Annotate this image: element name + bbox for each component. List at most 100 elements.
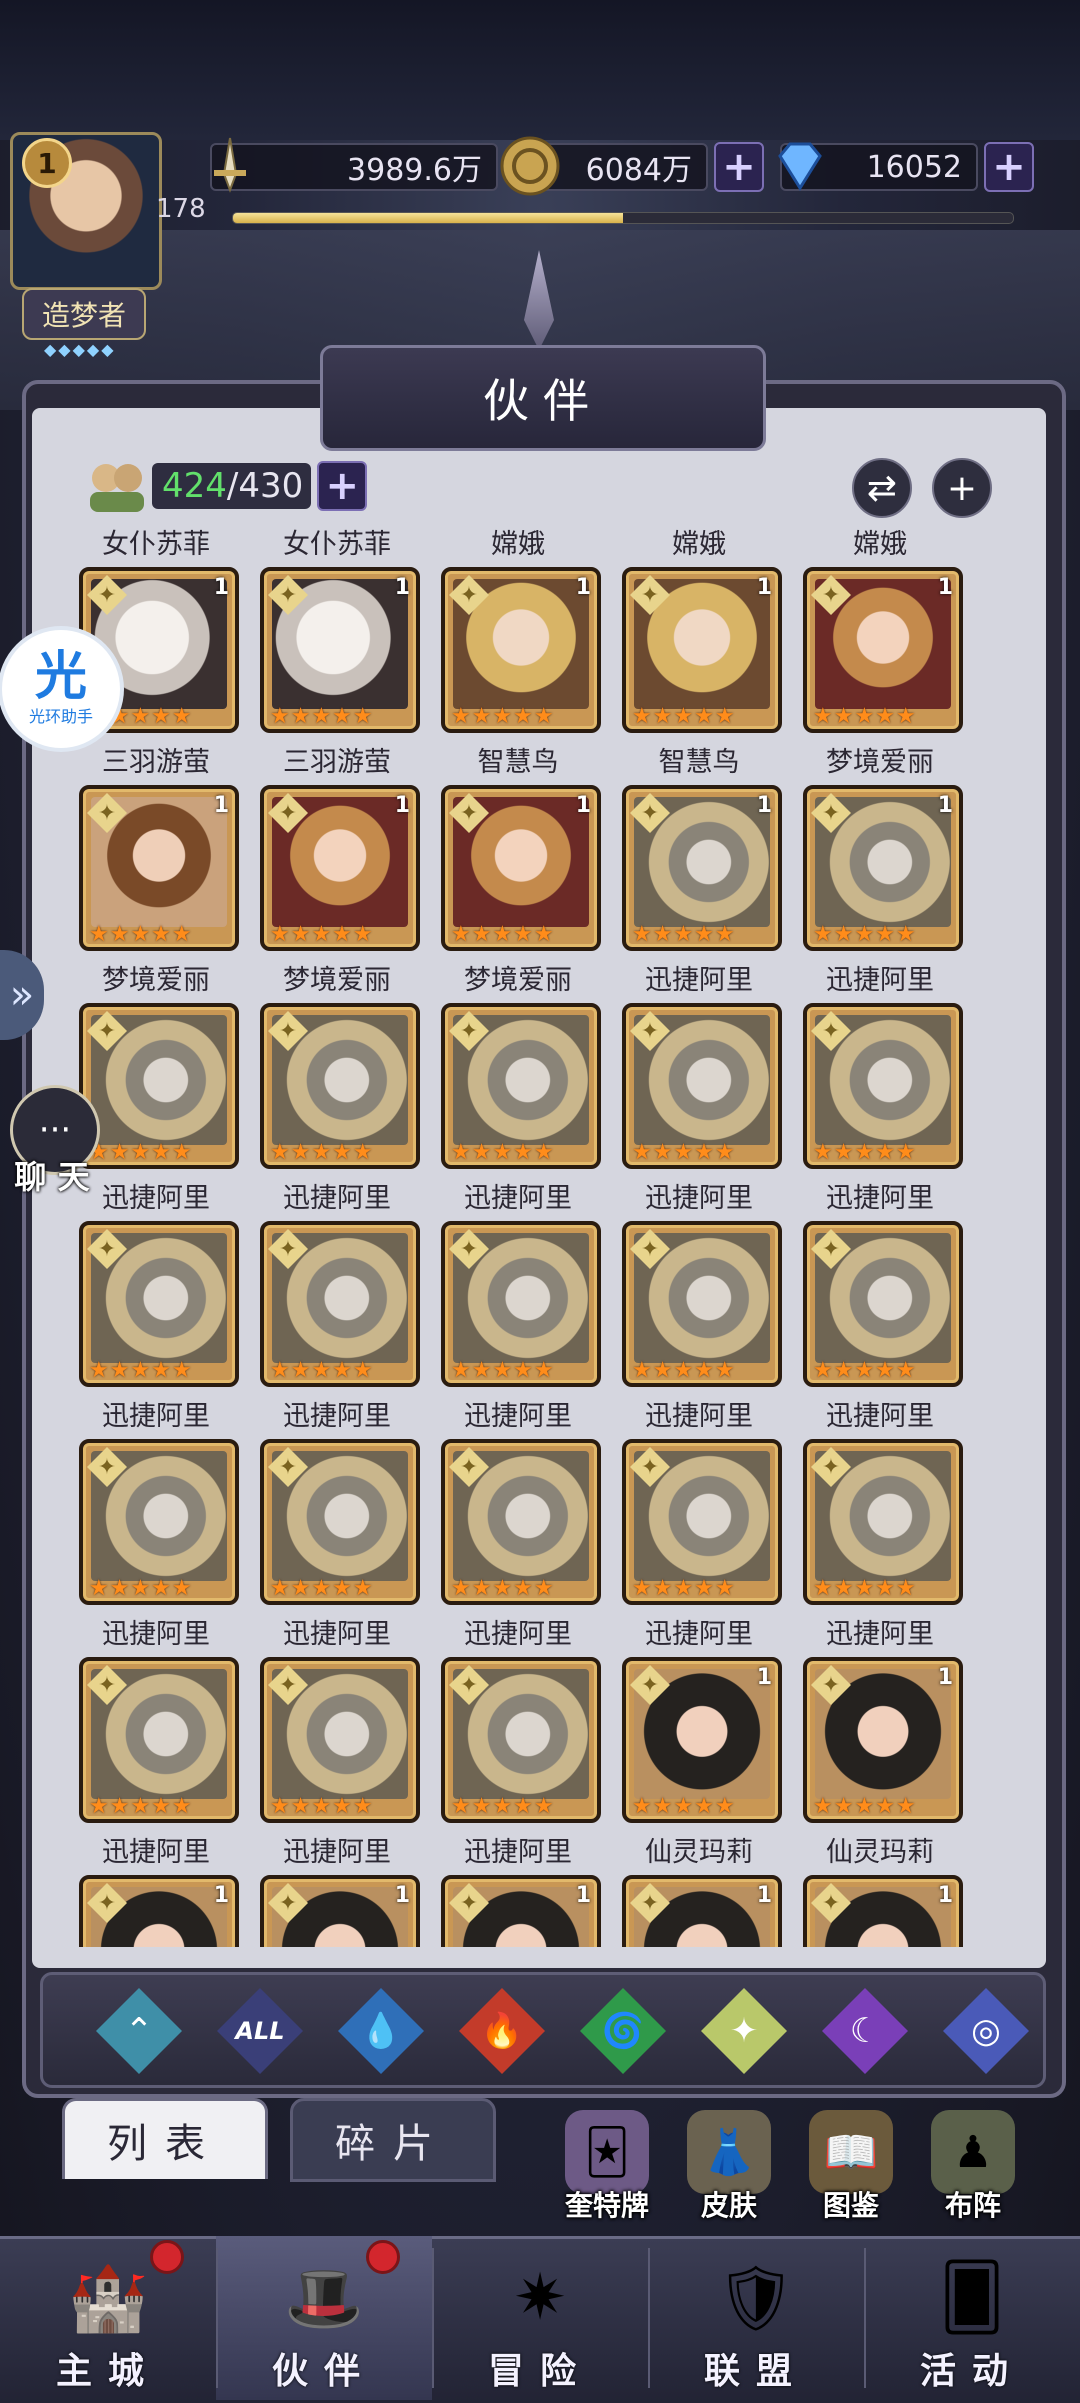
partner-name: 迅捷阿里: [102, 1401, 210, 1432]
partner-card[interactable]: 迅捷阿里 ✦ ★★★★★: [619, 1397, 782, 1607]
partner-stars: ★★★★★: [270, 922, 374, 947]
partner-card[interactable]: 梦境爱丽 ✦ ★★★★★: [76, 961, 239, 1171]
partner-level: 1: [756, 575, 772, 600]
partner-card[interactable]: 迅捷阿里✦1★★★★★: [438, 1833, 601, 1947]
formation-tool-button[interactable]: ♟ 布阵: [918, 2110, 1028, 2224]
partner-card[interactable]: 迅捷阿里 ✦ ★★★★★: [438, 1179, 601, 1389]
partner-portrait-frame: ✦1★★★★★: [622, 1875, 782, 1947]
partner-stars: ★★★★★: [451, 1794, 555, 1819]
partner-stars: ★★★★★: [632, 1576, 736, 1601]
partner-name: 仙灵玛莉: [645, 1837, 753, 1868]
partner-portrait-frame: ✦1★★★★★: [803, 1657, 963, 1823]
add-partner-button[interactable]: +: [932, 458, 992, 518]
partner-card[interactable]: 嫦娥 ✦ 1 ★★★★★: [619, 525, 782, 735]
partner-stars: ★★★★★: [270, 704, 374, 729]
partner-card[interactable]: 嫦娥 ✦ 1 ★★★★★: [438, 525, 601, 735]
nav-partner[interactable]: 🎩 伙伴: [216, 2236, 432, 2400]
partner-portrait-frame: ✦1★★★★★: [622, 567, 782, 733]
partner-card[interactable]: 迅捷阿里 ✦ ★★★★★: [76, 1397, 239, 1607]
tab-list[interactable]: 列表: [62, 2098, 268, 2179]
partner-portrait-frame: ✦ ★★★★★: [79, 1003, 239, 1169]
partner-portrait-frame: ✦1★★★★★: [441, 785, 601, 951]
partner-card[interactable]: 三羽游萤 ✦ 1 ★★★★★: [76, 743, 239, 953]
chat-label: 聊 天: [14, 1158, 90, 1196]
partner-name: 迅捷阿里: [283, 1619, 391, 1650]
swap-button[interactable]: ⇄: [852, 458, 912, 518]
partner-stars: ★★★★★: [813, 922, 917, 947]
partners-icon: [82, 458, 152, 514]
skin-tool-button[interactable]: 👗 皮肤: [674, 2110, 784, 2224]
partner-card[interactable]: 仙灵玛莉 ✦1★★★★★: [800, 1833, 963, 1947]
partner-card[interactable]: 三羽游萤 ✦ 1 ★★★★★: [257, 743, 420, 953]
partner-card[interactable]: 女仆苏菲 ✦ 1 ★★★★★: [257, 525, 420, 735]
partner-card[interactable]: 仙灵玛莉 ✦1★★★★★: [619, 1833, 782, 1947]
tarot-tool-label: 奎特牌: [564, 2189, 649, 2222]
partner-stars: ★★★★★: [270, 1140, 374, 1165]
partner-level: 1: [394, 1883, 410, 1908]
partner-card[interactable]: 智慧鸟 ✦ 1 ★★★★★: [619, 743, 782, 953]
partner-card[interactable]: 梦境爱丽 ✦ ★★★★★: [438, 961, 601, 1171]
partner-portrait-frame: ✦1★★★★★: [79, 785, 239, 951]
partner-card[interactable]: 迅捷阿里 ✦ ★★★★★: [619, 961, 782, 1171]
partner-portrait-frame: ✦ ★★★★★: [260, 1439, 420, 1605]
nav-partner-icon: 🎩: [284, 2261, 364, 2336]
partner-name: 三羽游萤: [102, 747, 210, 778]
nav-city[interactable]: 🏰 主城: [0, 2236, 216, 2400]
partner-portrait-frame: ✦1★★★★★: [79, 1875, 239, 1947]
partner-name: 三羽游萤: [283, 747, 391, 778]
partner-card[interactable]: 迅捷阿里 ✦ ★★★★★: [257, 1397, 420, 1607]
partner-name: 迅捷阿里: [645, 1619, 753, 1650]
partner-stars: ★★★★★: [632, 1794, 736, 1819]
partner-card[interactable]: 智慧鸟 ✦ 1 ★★★★★: [438, 743, 601, 953]
partner-card[interactable]: 迅捷阿里 ✦ ★★★★★: [800, 1179, 963, 1389]
nav-separator: [432, 2248, 434, 2388]
partner-card[interactable]: 梦境爱丽 ✦ 1 ★★★★★: [800, 743, 963, 953]
partner-portrait-frame: ✦ ★★★★★: [441, 1003, 601, 1169]
partner-card[interactable]: 迅捷阿里✦1★★★★★: [800, 1615, 963, 1825]
partner-card[interactable]: 迅捷阿里✦1★★★★★: [76, 1833, 239, 1947]
partner-card[interactable]: 迅捷阿里 ✦ ★★★★★: [257, 1179, 420, 1389]
partner-card[interactable]: 迅捷阿里✦1★★★★★: [619, 1615, 782, 1825]
helper-icon: 光: [34, 647, 87, 707]
partner-card[interactable]: 迅捷阿里 ✦ ★★★★★: [800, 961, 963, 1171]
partner-card[interactable]: 迅捷阿里✦1★★★★★: [257, 1833, 420, 1947]
partner-stars: ★★★★★: [89, 1794, 193, 1819]
atlas-tool-button[interactable]: 📖 图鉴: [796, 2110, 906, 2224]
partner-name: 梦境爱丽: [826, 747, 934, 778]
partner-level: 1: [937, 793, 953, 818]
partner-card[interactable]: 迅捷阿里 ✦ ★★★★★: [438, 1397, 601, 1607]
partner-name: 迅捷阿里: [464, 1837, 572, 1868]
swap-icon: ⇄: [866, 467, 898, 509]
gold-stat: 6084万 +: [500, 136, 764, 196]
partner-card[interactable]: 嫦娥 ✦ 1 ★★★★★: [800, 525, 963, 735]
partner-name: 迅捷阿里: [645, 965, 753, 996]
partner-portrait-frame: ✦1★★★★★: [803, 567, 963, 733]
helper-float-button[interactable]: 光 光环助手: [2, 630, 120, 748]
partner-name: 迅捷阿里: [464, 1619, 572, 1650]
add-diamond-button[interactable]: +: [984, 142, 1034, 192]
partner-name: 迅捷阿里: [464, 1183, 572, 1214]
nav-alliance[interactable]: 🛡 联盟: [648, 2236, 864, 2400]
nav-event[interactable]: 🂠 活动: [864, 2236, 1080, 2400]
sky-edge: [0, 0, 1080, 140]
partner-stars: ★★★★★: [632, 1140, 736, 1165]
partner-card[interactable]: 迅捷阿里 ✦ ★★★★★: [800, 1397, 963, 1607]
partner-grid-viewport[interactable]: 女仆苏菲 ✦ 1 ★★★★★ 女仆苏菲 ✦ 1 ★★★★★ 嫦娥 ✦ 1 ★★★★★ 嫦娥 ✦ 1 ★★★★★…: [76, 525, 1002, 1947]
tarot-tool-button[interactable]: 🃏 奎特牌: [552, 2110, 662, 2224]
tab-fragments[interactable]: 碎片: [290, 2098, 496, 2182]
partner-card[interactable]: 迅捷阿里 ✦ ★★★★★: [76, 1615, 239, 1825]
partner-portrait-frame: ✦1★★★★★: [803, 1875, 963, 1947]
partner-card[interactable]: 迅捷阿里 ✦ ★★★★★: [257, 1615, 420, 1825]
add-gold-button[interactable]: +: [714, 142, 764, 192]
partner-card[interactable]: 迅捷阿里 ✦ ★★★★★: [438, 1615, 601, 1825]
partner-card[interactable]: 梦境爱丽 ✦ ★★★★★: [257, 961, 420, 1171]
expand-capacity-button[interactable]: +: [317, 461, 368, 511]
partner-name: 嫦娥: [853, 529, 907, 560]
partner-card[interactable]: 迅捷阿里 ✦ ★★★★★: [76, 1179, 239, 1389]
partner-stars: ★★★★★: [813, 1576, 917, 1601]
nav-adventure[interactable]: ✷ 冒险: [432, 2236, 648, 2400]
skin-tool-label: 皮肤: [700, 2189, 757, 2222]
partner-name: 嫦娥: [672, 529, 726, 560]
partner-card[interactable]: 迅捷阿里 ✦ ★★★★★: [619, 1179, 782, 1389]
partner-portrait-frame: ✦ ★★★★★: [803, 1003, 963, 1169]
